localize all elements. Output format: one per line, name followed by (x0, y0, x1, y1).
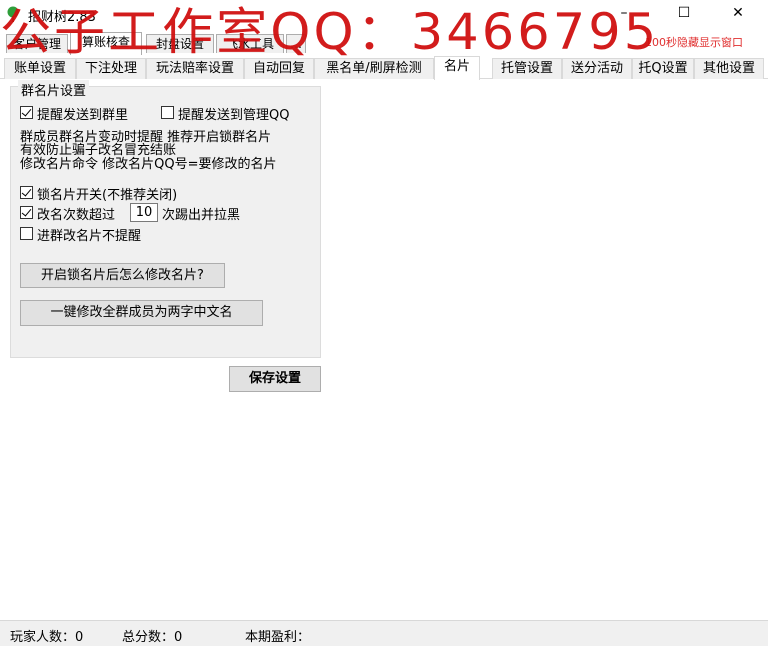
hide-window-hint: 100秒隐藏显示窗口 (645, 36, 743, 49)
description-line-2: 有效防止骗子改名冒充结账 (20, 143, 177, 158)
rename-limit-checkbox[interactable] (20, 206, 33, 219)
close-button[interactable]: ✕ (718, 2, 758, 26)
period-profit: 本期盈利： (245, 630, 311, 645)
rename-limit-label: 改名次数超过 (37, 208, 116, 223)
notify-admin-checkbox[interactable] (161, 106, 174, 119)
tab-other-settings[interactable]: 其他设置 (694, 58, 764, 79)
save-settings-button[interactable]: 保存设置 (229, 366, 321, 392)
no-remind-label: 进群改名片不提醒 (37, 229, 142, 244)
status-bar (0, 620, 768, 646)
rename-limit-suffix: 次踢出并拉黑 (162, 208, 241, 223)
bulk-rename-button[interactable]: 一键修改全群成员为两字中文名 (20, 300, 263, 326)
total-points: 总分数：0 (122, 630, 183, 645)
group-title: 群名片设置 (18, 80, 90, 99)
lock-card-checkbox[interactable] (20, 186, 33, 199)
no-remind-checkbox[interactable] (20, 227, 33, 240)
notify-admin-label: 提醒发送到管理QQ (178, 108, 290, 123)
lock-card-label: 锁名片开关(不推荐关闭) (37, 188, 178, 203)
description-line-3: 修改名片命令 修改名片QQ号=要修改的名片 (20, 157, 277, 172)
player-count: 玩家人数：0 (10, 630, 84, 645)
rename-limit-input[interactable]: 10 (130, 203, 158, 222)
notify-group-label: 提醒发送到群里 (37, 108, 129, 123)
maximize-button[interactable]: ☐ (664, 2, 704, 26)
help-edit-card-button[interactable]: 开启锁名片后怎么修改名片? (20, 263, 225, 288)
watermark-text: 公子工作室QQ：3466795 (0, 3, 660, 61)
notify-group-checkbox[interactable] (20, 106, 33, 119)
